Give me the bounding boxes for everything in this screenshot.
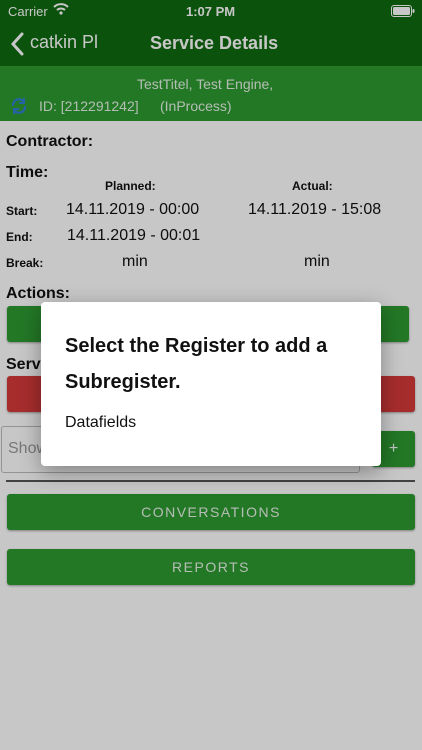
- select-register-dialog: Select the Register to add a Subregister…: [41, 302, 381, 466]
- dialog-title: Select the Register to add a Subregister…: [65, 335, 328, 393]
- dialog-option-datafields[interactable]: Datafields: [65, 414, 355, 438]
